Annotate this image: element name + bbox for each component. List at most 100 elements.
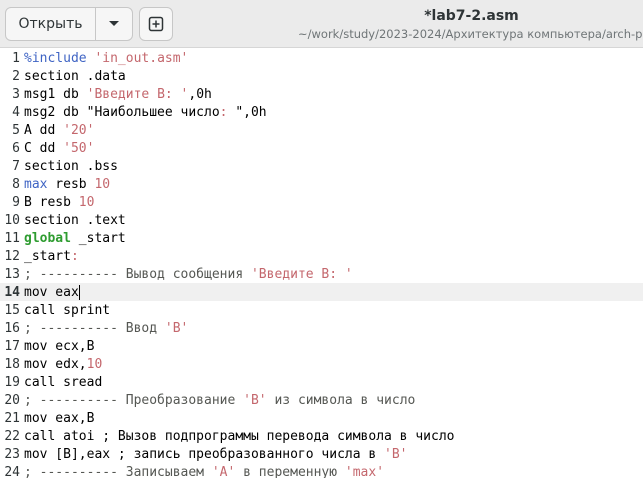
line-number: 22 (4, 428, 20, 444)
code-token: %include (24, 50, 95, 66)
line-code: ; ---------- Вывод сообщения 'Введите В:… (20, 267, 353, 282)
code-line[interactable]: 2 section .data (0, 67, 643, 85)
code-line[interactable]: 1 %include 'in_out.asm' (0, 49, 643, 67)
new-document-icon (148, 16, 164, 32)
line-code: msg2 db "Наибольшее число: ",0h (20, 105, 267, 120)
line-code: ; ---------- Преобразование 'B' из симво… (20, 393, 415, 408)
code-line[interactable]: 6C dd '50' (0, 139, 643, 157)
line-code: mov edx,10 (20, 357, 102, 372)
code-token: '50' (63, 140, 95, 156)
code-token: call sprint (24, 302, 111, 318)
line-number: 3 (12, 86, 20, 102)
code-token: '20' (63, 122, 95, 138)
code-token: ; ---------- Преобразование (24, 392, 244, 408)
code-line[interactable]: 16; ---------- Ввод 'B' (0, 319, 643, 337)
line-number: 14 (4, 284, 20, 300)
line-code: msg1 db 'Введите В: ',0h (20, 87, 212, 102)
code-token: 10 (94, 176, 111, 192)
code-token: A dd (24, 122, 64, 138)
code-token: msg2 db "Наибольшее число (24, 104, 220, 120)
code-line[interactable]: 8 max resb 10 (0, 175, 643, 193)
line-number: 4 (12, 104, 20, 120)
code-line[interactable]: 10 section .text (0, 211, 643, 229)
code-token: 10 (86, 356, 103, 372)
code-token: mov ecx,B (24, 338, 95, 354)
code-token: 'A' (211, 464, 236, 478)
new-tab-button[interactable] (139, 7, 173, 41)
code-token: msg1 db (24, 86, 87, 102)
code-line[interactable]: 14 mov eax (0, 283, 643, 301)
document-title: *lab7-2.asm (424, 8, 519, 24)
line-number: 6 (12, 140, 20, 156)
code-token: section .text (24, 212, 126, 228)
line-number: 18 (4, 356, 20, 372)
code-line[interactable]: 11 global _start (0, 229, 643, 247)
code-line[interactable]: 3 msg1 db 'Введите В: ',0h (0, 85, 643, 103)
line-code: C dd '50' (20, 141, 94, 156)
code-token: global (24, 230, 71, 246)
code-line[interactable]: 5A dd '20' (0, 121, 643, 139)
code-editor[interactable]: 1 %include 'in_out.asm' 2 section .data 3 msg… (0, 49, 643, 478)
line-number: 16 (4, 320, 20, 336)
open-button-group: Открыть (5, 7, 133, 41)
code-token: call sread (24, 374, 103, 390)
line-number: 1 (12, 50, 20, 66)
code-line[interactable]: 15 call sprint (0, 301, 643, 319)
code-token: 10 (78, 194, 95, 210)
code-token: _start (70, 230, 126, 246)
open-menu-button[interactable] (96, 8, 132, 40)
code-line[interactable]: 7 section .bss (0, 157, 643, 175)
line-code: mov eax,B (20, 411, 94, 426)
code-line[interactable]: 13; ---------- Вывод сообщения 'Введите … (0, 265, 643, 283)
code-line[interactable]: 17 mov ecx,B (0, 337, 643, 355)
code-line[interactable]: 12 _start: (0, 247, 643, 265)
code-token: section .data (24, 68, 126, 84)
code-line[interactable]: 22 call atoi ; Вызов подпрограммы перевод… (0, 427, 643, 445)
code-line[interactable]: 4 msg2 db "Наибольшее число: ",0h (0, 103, 643, 121)
line-code: section .data (20, 69, 126, 84)
code-token: resb (47, 176, 95, 192)
code-token: ,0h (188, 86, 212, 102)
line-number: 17 (4, 338, 20, 354)
line-code: A dd '20' (20, 123, 94, 138)
code-token: 'in_out.asm' (94, 50, 189, 66)
line-number: 10 (4, 212, 20, 228)
code-line[interactable]: 18 mov edx,10 (0, 355, 643, 373)
code-token: : (70, 248, 79, 264)
code-token: mov eax (24, 284, 79, 300)
line-number: 9 (12, 194, 20, 210)
code-token: C dd (24, 140, 64, 156)
code-token: 'B' (164, 320, 189, 336)
document-path: ~/work/study/2023-2024/Архитектура компь… (298, 27, 643, 41)
code-token: section .bss (24, 158, 118, 174)
line-number: 5 (12, 122, 20, 138)
code-line[interactable]: 9B resb 10 (0, 193, 643, 211)
line-code: section .text (20, 213, 126, 228)
line-number: 23 (4, 446, 20, 462)
code-line[interactable]: 20; ---------- Преобразование 'B' из сим… (0, 391, 643, 409)
line-code: %include 'in_out.asm' (20, 51, 188, 66)
code-line[interactable]: 24; ---------- Записываем 'A' в переменн… (0, 463, 643, 478)
code-line[interactable]: 23 mov [B],eax ; запись преобразованного … (0, 445, 643, 463)
code-token: max (24, 176, 48, 192)
line-code: section .bss (20, 159, 118, 174)
code-line[interactable]: 21 mov eax,B (0, 409, 643, 427)
code-token: 'Введите В: ' (250, 266, 353, 282)
line-number: 19 (4, 374, 20, 390)
code-token: mov eax,B (24, 410, 95, 426)
header-bar: Открыть *lab7-2.asm ~/work/study/2023-20… (0, 0, 643, 48)
line-number: 20 (4, 392, 20, 408)
line-code: ; ---------- Записываем 'A' в переменную… (20, 465, 384, 478)
code-token: ; ---------- Вывод сообщения (24, 266, 251, 282)
line-code: call sprint (20, 303, 110, 318)
line-code: _start: (20, 249, 79, 264)
line-code: call atoi ; Вызов подпрограммы перевода … (20, 429, 454, 444)
code-token: ; ---------- Ввод (24, 320, 165, 336)
code-token: B resb (24, 194, 79, 210)
code-token: call atoi ; Вызов подпрограммы перевода … (24, 428, 455, 444)
line-code: mov [B],eax ; запись преобразованного чи… (20, 447, 408, 462)
code-line[interactable]: 19 call sread (0, 373, 643, 391)
open-button[interactable]: Открыть (6, 8, 96, 40)
line-code: max resb 10 (20, 177, 110, 192)
code-token: _start (24, 248, 71, 264)
